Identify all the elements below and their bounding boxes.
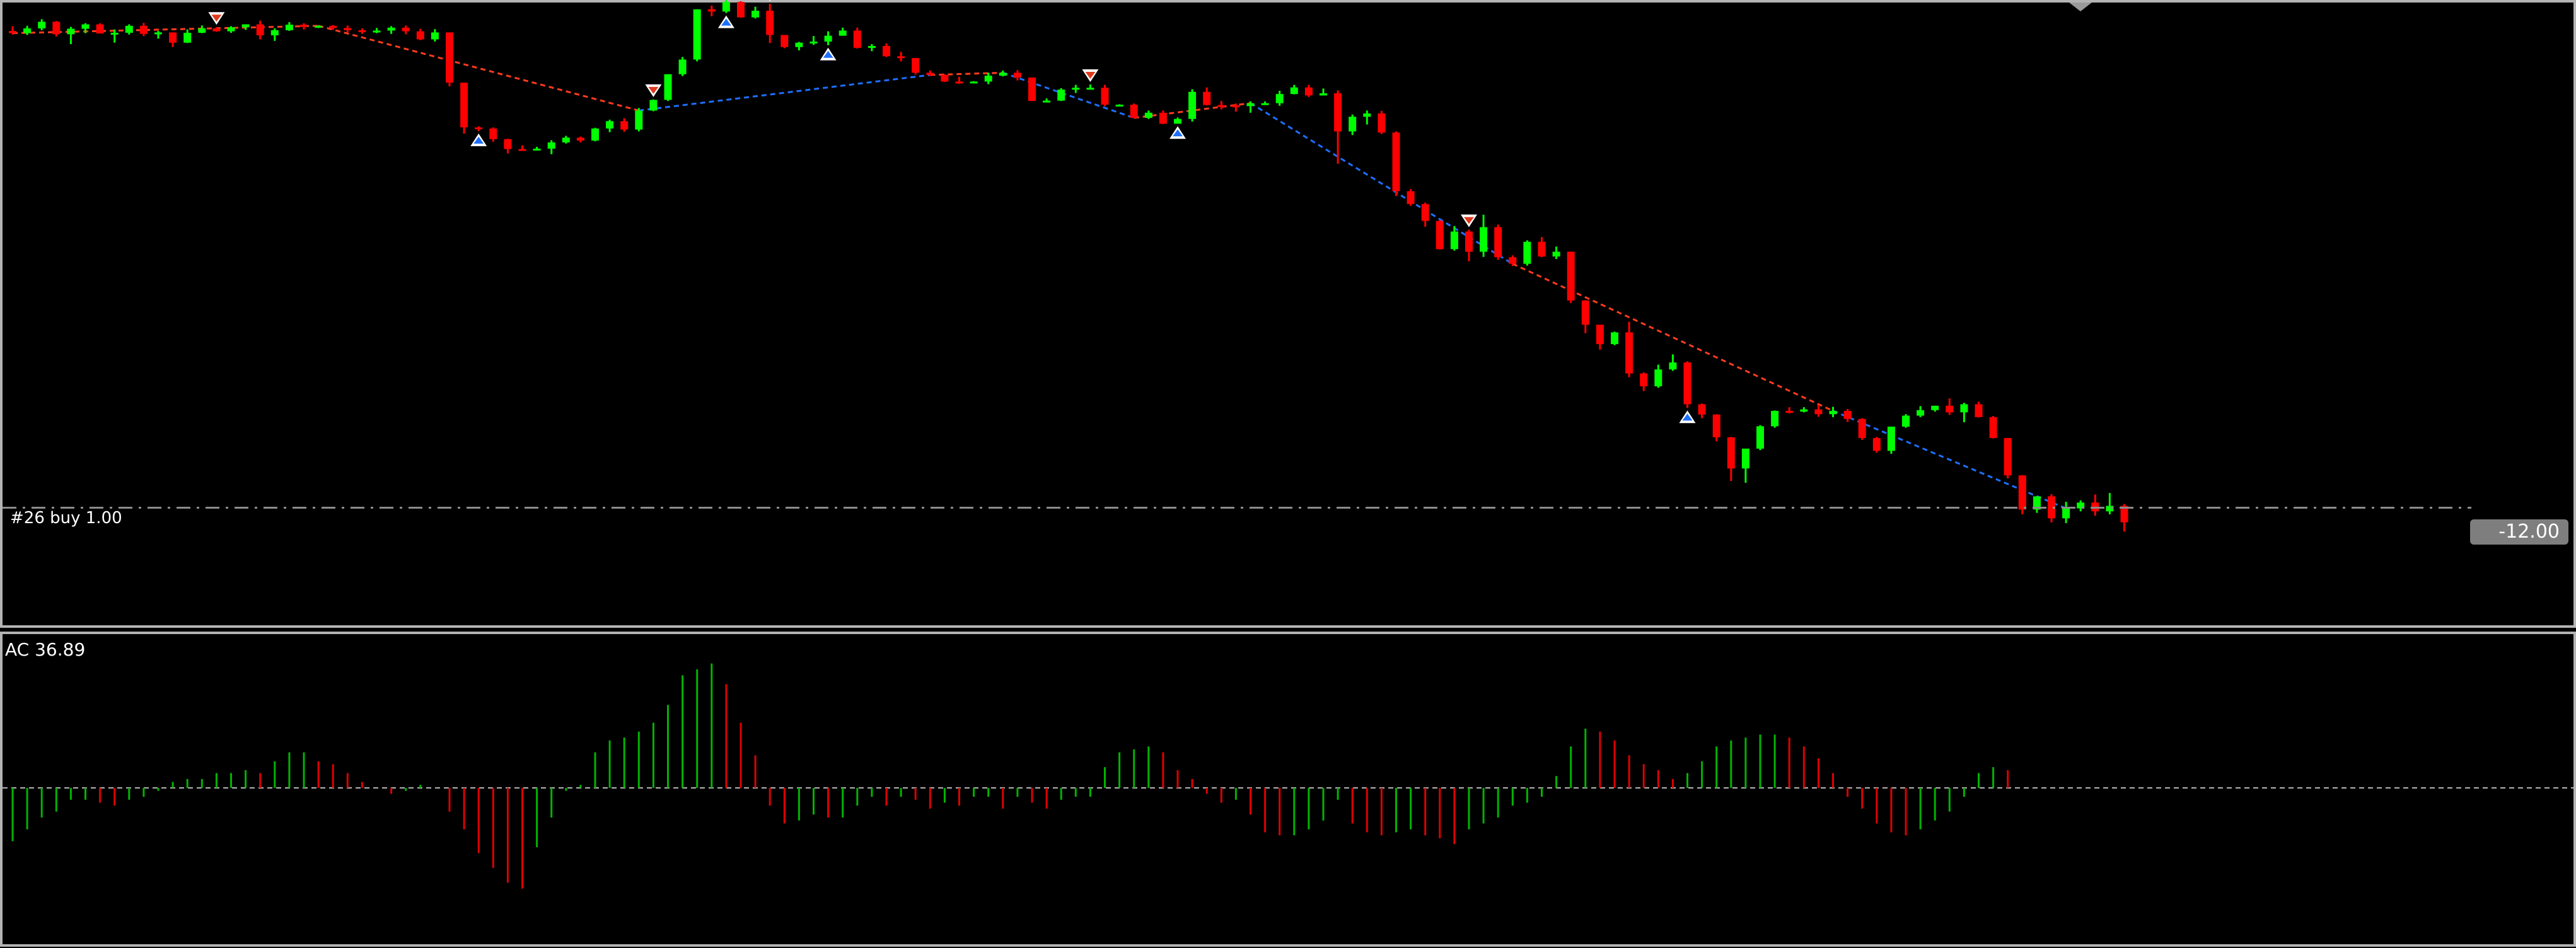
candle [1378, 110, 1386, 134]
candle [912, 58, 920, 75]
candle [1611, 332, 1618, 345]
candle [737, 1, 745, 18]
candle [96, 23, 104, 34]
candle [1683, 361, 1691, 408]
indicator-title: AC 36.89 [5, 639, 85, 660]
candle [460, 83, 468, 134]
candle [2004, 437, 2012, 478]
candle [591, 127, 599, 142]
candle [1392, 131, 1400, 196]
candle [635, 108, 643, 132]
candle [1989, 416, 1997, 439]
candle [52, 21, 61, 37]
candle [1858, 418, 1866, 440]
candle [649, 99, 658, 112]
candle [678, 57, 687, 76]
candle [1872, 437, 1881, 453]
candle [1407, 188, 1415, 206]
candle [1756, 425, 1764, 451]
candle [941, 74, 949, 82]
candle [1523, 240, 1531, 266]
price-label: -12.00 [2498, 521, 2560, 543]
candle [1101, 84, 1109, 107]
candle [693, 9, 701, 62]
candle [1188, 89, 1197, 122]
candle [446, 32, 453, 86]
candle [1771, 410, 1779, 428]
candle [1887, 426, 1895, 454]
chart-background [0, 0, 2576, 948]
candle [315, 25, 323, 28]
candle [1057, 88, 1065, 101]
candle [1130, 103, 1138, 118]
candle [1902, 414, 1910, 428]
chart-canvas: #26 buy 1.00 -12.00 AC 36.89 [0, 0, 2576, 948]
candle [780, 35, 789, 49]
candle [664, 74, 672, 101]
candle [1436, 220, 1444, 250]
candle [1712, 414, 1720, 442]
candle [853, 27, 861, 49]
order-line-label: #26 buy 1.00 [10, 509, 122, 528]
candle [1494, 224, 1502, 260]
candle [1028, 77, 1036, 101]
candle [1567, 251, 1575, 303]
